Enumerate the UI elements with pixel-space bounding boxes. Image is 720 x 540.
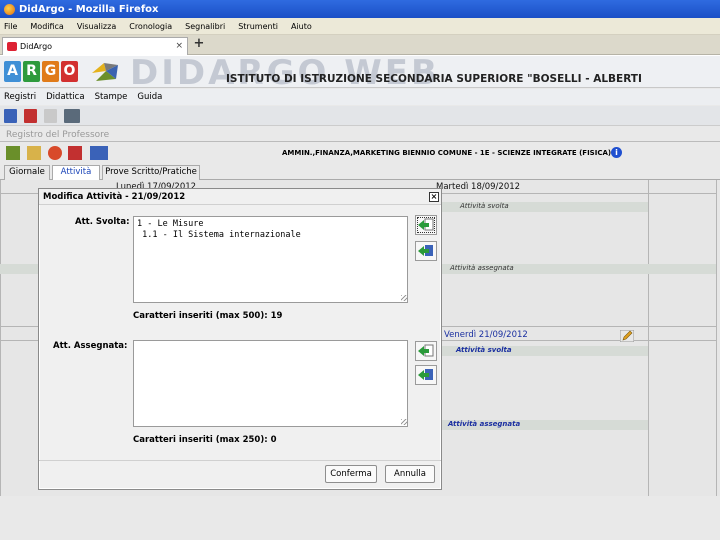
red-book-icon[interactable] — [24, 109, 37, 123]
computer-icon[interactable] — [64, 109, 80, 123]
tab-attivita[interactable]: Attività — [52, 165, 100, 180]
tab-prove[interactable]: Prove Scritto/Pratiche — [102, 165, 200, 180]
lock-icon[interactable] — [27, 146, 41, 160]
browser-menubar: File Modifica Visualizza Cronologia Segn… — [0, 18, 720, 35]
resize-handle[interactable] — [401, 419, 407, 425]
firefox-icon — [4, 3, 15, 15]
dialog-divider — [39, 460, 441, 461]
app-menu-guida[interactable]: Guida — [137, 92, 162, 102]
section-title: Registro del Professore — [6, 130, 110, 140]
tab-title: DidArgo — [20, 42, 53, 51]
page-tabs: Giornale Attività Prove Scritto/Pratiche — [0, 164, 720, 180]
assegnata-import-button[interactable] — [415, 341, 437, 361]
svolta-import-button[interactable] — [415, 215, 437, 235]
import-arrow-icon — [418, 344, 434, 357]
argo-letter-g: G — [42, 61, 59, 82]
menu-aiuto[interactable]: Aiuto — [291, 22, 312, 31]
assegnata-char-count: Caratteri inseriti (max 250): 0 — [133, 435, 277, 445]
blue-book-icon[interactable] — [4, 109, 17, 123]
app-menubar: Registri Didattica Stampe Guida — [0, 89, 720, 105]
tuesday-svolta-label: Attività svolta — [460, 202, 509, 210]
app-menu-didattica[interactable]: Didattica — [46, 92, 84, 102]
argo-letter-o: O — [61, 61, 78, 82]
friday-assegnata-label: Attività assegnata — [448, 420, 521, 428]
argo-letter-a: A — [4, 61, 21, 82]
assegnata-textarea[interactable] — [133, 340, 408, 427]
menu-file[interactable]: File — [4, 22, 17, 31]
section-divider — [0, 141, 720, 142]
dialog-close-button[interactable]: × — [429, 192, 439, 202]
copy-arrow-icon — [418, 369, 433, 380]
edit-activity-dialog: Modifica Attività - 21/09/2012 × Att. Sv… — [38, 188, 442, 490]
export-icon[interactable] — [90, 146, 108, 160]
app-toolbar — [0, 106, 720, 126]
new-tab-button[interactable]: + — [192, 37, 206, 51]
edit-pencil-icon[interactable] — [620, 330, 634, 342]
book-icon[interactable] — [68, 146, 82, 160]
svolta-char-count: Caratteri inseriti (max 500): 19 — [133, 311, 283, 321]
copy-arrow-icon — [418, 245, 433, 256]
assegnata-copy-button[interactable] — [415, 365, 437, 385]
info-icon[interactable]: i — [611, 147, 622, 158]
tuesday-assegnata-label: Attività assegnata — [450, 264, 514, 272]
grid-line — [0, 180, 1, 496]
app-menu-registri[interactable]: Registri — [4, 92, 36, 102]
menu-modifica[interactable]: Modifica — [30, 22, 63, 31]
tab-giornale[interactable]: Giornale — [4, 165, 50, 180]
friday-svolta-label: Attività svolta — [456, 346, 512, 354]
tab-close-icon[interactable]: × — [175, 41, 183, 51]
browser-tabbar: DidArgo × — [0, 35, 720, 55]
import-arrow-icon — [418, 218, 434, 231]
argo-tab-icon — [7, 42, 17, 51]
menu-segnalibri[interactable]: Segnalibri — [185, 22, 225, 31]
browser-tab-didargo[interactable]: DidArgo × — [2, 37, 188, 55]
chart-icon[interactable] — [48, 146, 62, 160]
resize-handle[interactable] — [401, 295, 407, 301]
day-header-friday: Venerdì 21/09/2012 — [444, 330, 528, 340]
svolta-copy-button[interactable] — [415, 241, 437, 261]
confirm-button[interactable]: Conferma — [325, 465, 377, 483]
argo-letter-r: R — [23, 61, 40, 82]
day-header-tuesday: Martedì 18/09/2012 — [436, 182, 521, 192]
dialog-title: Modifica Attività - 21/09/2012 — [39, 189, 441, 205]
svolta-label: Att. Svolta: — [75, 217, 130, 227]
register-icon[interactable] — [6, 146, 20, 160]
course-label: AMMIN.,FINANZA,MARKETING BIENNIO COMUNE … — [282, 149, 612, 157]
grid-line — [716, 180, 717, 496]
menu-visualizza[interactable]: Visualizza — [77, 22, 116, 31]
window-titlebar: DidArgo - Mozilla Firefox — [0, 0, 720, 18]
menu-strumenti[interactable]: Strumenti — [238, 22, 278, 31]
grey-book-icon[interactable] — [44, 109, 57, 123]
institute-name: ISTITUTO DI ISTRUZIONE SECONDARIA SUPERI… — [226, 73, 642, 85]
assegnata-label: Att. Assegnata: — [53, 341, 128, 351]
svolta-textarea[interactable]: 1 - Le Misure 1.1 - Il Sistema internazi… — [133, 216, 408, 303]
cancel-button[interactable]: Annulla — [385, 465, 435, 483]
didargo-logo-icon — [92, 63, 118, 81]
menu-cronologia[interactable]: Cronologia — [129, 22, 172, 31]
app-menu-stampe[interactable]: Stampe — [95, 92, 128, 102]
app-header: A R G O DIDARGO WEB ISTITUTO DI ISTRUZIO… — [0, 56, 720, 88]
grid-line — [648, 180, 649, 496]
window-title: DidArgo - Mozilla Firefox — [19, 3, 159, 15]
